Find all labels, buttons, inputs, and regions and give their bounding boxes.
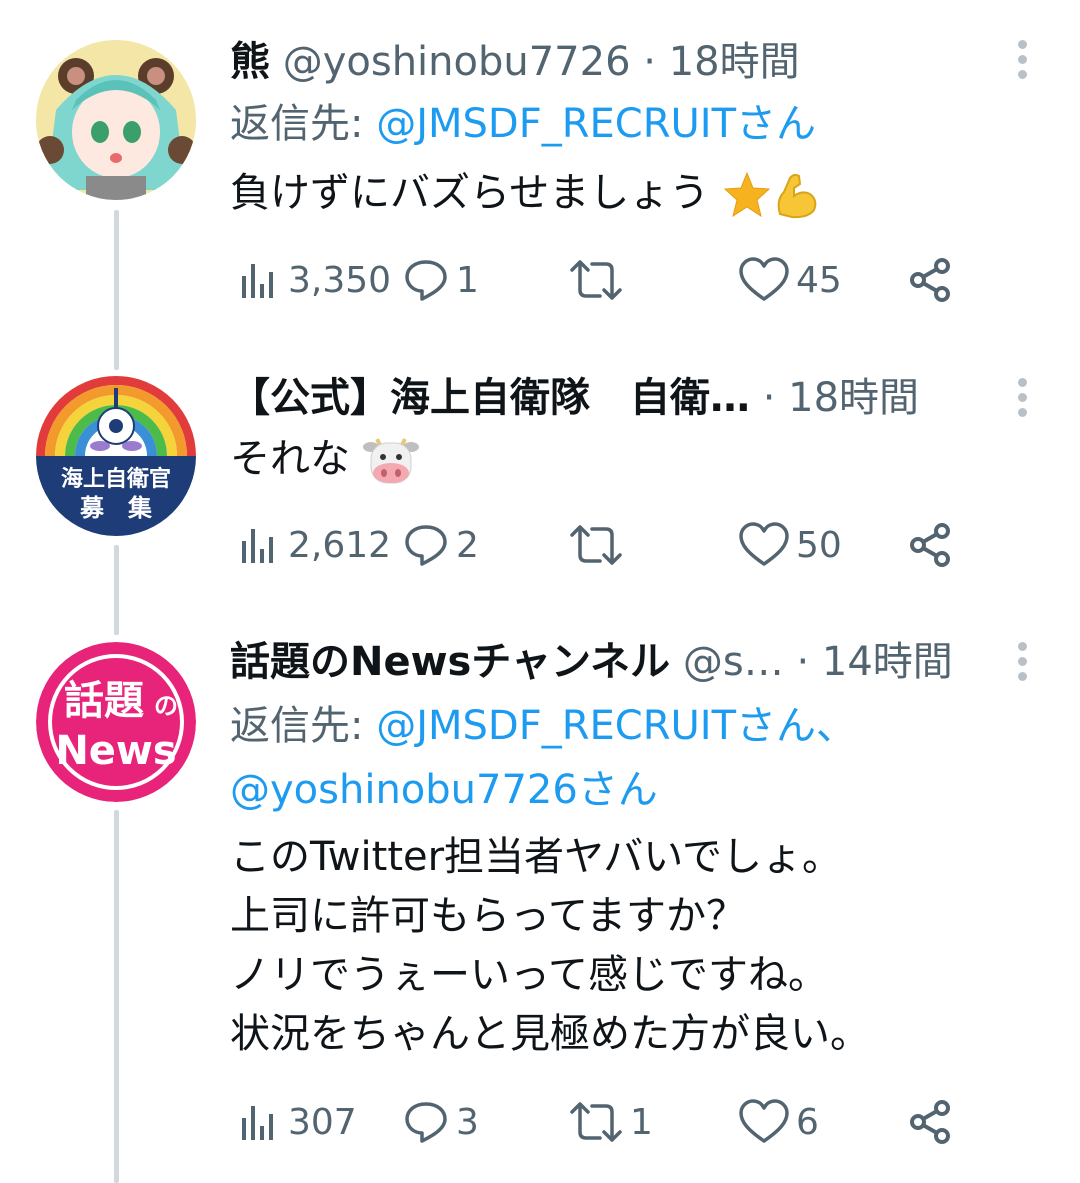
anime-bear-girl-avatar (36, 40, 196, 200)
like-button[interactable]: 6 (738, 1092, 819, 1152)
reply-context: 返信先: @JMSDF_RECRUITさん、 @yoshinobu7726さん (230, 694, 856, 822)
heart-icon (739, 1099, 789, 1143)
avatar-text-3: News (55, 728, 176, 774)
tweet-text-line: 状況をちゃんと見極めた方が良い。 (230, 1011, 870, 1057)
user-handle[interactable]: @s… (683, 639, 784, 685)
reply-mention-link[interactable]: @JMSDF_RECRUITさん、 (376, 703, 856, 749)
retweet-icon (570, 1102, 622, 1142)
tweet-text: このTwitter担当者ヤバいでしょ。 上司に許可もらってますか？ ノリでうぇー… (230, 828, 870, 1064)
separator: · (796, 639, 810, 685)
views-stat[interactable]: 307 (238, 1092, 357, 1152)
analytics-icon (242, 529, 273, 563)
avatar-text-2: の (154, 692, 178, 720)
more-options-icon[interactable] (1018, 378, 1030, 423)
avatar[interactable]: 海上自衛官 募 集 (36, 376, 196, 536)
reply-prefix: 返信先: (230, 101, 377, 147)
reply-count: 3 (456, 1101, 479, 1143)
reply-button[interactable]: 2 (402, 515, 479, 575)
tweet-actions: 307 3 1 6 (230, 1092, 960, 1152)
reply-icon (405, 260, 447, 301)
share-icon (910, 1100, 950, 1144)
news-channel-avatar: 話題 の News (36, 642, 196, 802)
reply-count: 1 (456, 259, 479, 301)
tweet-text-content: それな (230, 436, 350, 482)
reply-context: 返信先: @JMSDF_RECRUITさん (230, 92, 816, 156)
reply-icon (405, 1102, 447, 1143)
like-count: 45 (796, 259, 842, 301)
reply-button[interactable]: 3 (402, 1092, 479, 1152)
tweet-actions: 2,612 2 50 (230, 515, 960, 575)
tweet-header: 【公式】海上自衛隊 自衛… · 18時間 (230, 374, 919, 422)
display-name[interactable]: 話題のNewsチャンネル (230, 639, 670, 685)
thread-line (114, 210, 119, 370)
share-button[interactable] (906, 250, 960, 310)
views-count: 307 (288, 1101, 357, 1143)
cow-face-emoji (362, 438, 419, 484)
views-count: 3,350 (288, 259, 392, 301)
tweet-text-line: 上司に許可もらってますか？ (230, 893, 746, 939)
tweet-header: 話題のNewsチャンネル @s… · 14時間 (230, 638, 953, 686)
avatar[interactable]: 話題 の News (36, 642, 196, 802)
heart-icon (739, 522, 789, 566)
retweet-icon (570, 260, 622, 300)
share-icon (910, 523, 950, 567)
flexed-biceps-emoji (777, 173, 817, 219)
tweet-header: 熊 @yoshinobu7726 · 18時間 (230, 38, 800, 86)
analytics-icon (242, 1106, 273, 1140)
star-emoji (723, 171, 771, 218)
share-button[interactable] (906, 1092, 960, 1152)
views-count: 2,612 (288, 524, 392, 566)
avatar-text-1: 話題 (64, 678, 144, 724)
like-count: 6 (796, 1101, 819, 1143)
jmsdf-recruit-avatar: 海上自衛官 募 集 (36, 376, 196, 536)
share-button[interactable] (906, 515, 960, 575)
separator: · (643, 39, 656, 85)
tweet-actions: 3,350 1 45 (230, 250, 960, 310)
analytics-icon (242, 264, 273, 298)
retweet-button[interactable]: 1 (568, 1092, 653, 1152)
reply-icon (405, 525, 447, 566)
reply-button[interactable]: 1 (402, 250, 479, 310)
views-stat[interactable]: 3,350 (238, 250, 391, 310)
retweet-icon (570, 525, 622, 565)
timestamp[interactable]: 14時間 (822, 639, 953, 685)
more-options-icon[interactable] (1018, 40, 1030, 85)
tweet-text-line: ノリでうぇーいって感じですね。 (230, 952, 828, 998)
display-name[interactable]: 【公式】海上自衛隊 自衛… (230, 375, 750, 421)
tweet-text: それな (230, 430, 419, 489)
tweet-text-content: 負けずにバズらせましょう (230, 170, 710, 216)
tweet-text-line: このTwitter担当者ヤバいでしょ。 (230, 834, 843, 880)
avatar-text-2: 募 集 (79, 494, 153, 522)
heart-icon (739, 257, 789, 301)
retweet-button[interactable] (568, 515, 630, 575)
timestamp[interactable]: 18時間 (788, 375, 919, 421)
retweet-count: 1 (630, 1101, 653, 1143)
reply-count: 2 (456, 524, 479, 566)
user-handle[interactable]: @yoshinobu7726 (283, 39, 631, 85)
like-count: 50 (796, 524, 842, 566)
timestamp[interactable]: 18時間 (669, 39, 800, 85)
reply-mention-link[interactable]: @yoshinobu7726さん (230, 767, 658, 813)
thread-line (114, 810, 119, 1183)
retweet-button[interactable] (568, 250, 630, 310)
avatar[interactable] (36, 40, 196, 200)
like-button[interactable]: 45 (738, 250, 842, 310)
more-options-icon[interactable] (1018, 642, 1030, 687)
share-icon (910, 258, 950, 302)
views-stat[interactable]: 2,612 (238, 515, 391, 575)
reply-mention-link[interactable]: @JMSDF_RECRUITさん (376, 101, 816, 147)
display-name[interactable]: 熊 (230, 39, 270, 85)
thread-line (114, 545, 119, 635)
reply-prefix: 返信先: (230, 703, 377, 749)
like-button[interactable]: 50 (738, 515, 842, 575)
avatar-text-1: 海上自衛官 (61, 466, 171, 492)
tweet-text: 負けずにバズらせましょう (230, 164, 822, 223)
separator: · (762, 375, 776, 421)
